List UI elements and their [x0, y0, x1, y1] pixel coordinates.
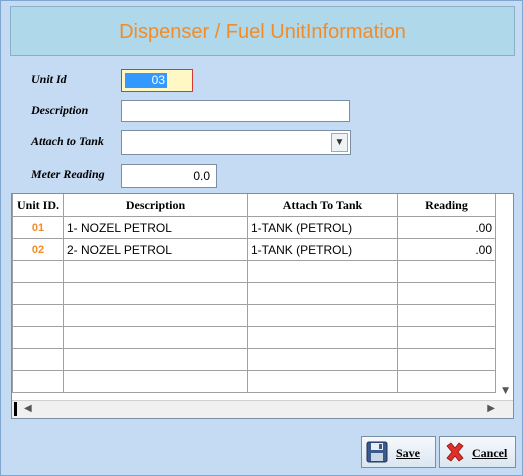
unit-id-label: Unit Id	[31, 72, 67, 86]
table-row[interactable]: 01 1- NOZEL PETROL 1-TANK (PETROL) .00	[12, 216, 496, 239]
cell-reading[interactable]: .00	[397, 238, 496, 261]
cancel-button[interactable]: Cancel	[439, 436, 516, 468]
units-grid[interactable]: Unit ID. Description Attach To Tank Read…	[11, 193, 514, 419]
table-row-empty[interactable]	[12, 282, 496, 305]
meter-reading-label: Meter Reading	[31, 167, 105, 181]
cell-unit-id[interactable]: 01	[12, 216, 64, 239]
tank-label: Attach to Tank	[31, 134, 104, 148]
close-icon	[446, 442, 464, 462]
cell-description[interactable]: 2- NOZEL PETROL	[63, 238, 248, 261]
column-header-description[interactable]: Description	[63, 194, 248, 217]
column-header-reading[interactable]: Reading	[397, 194, 496, 217]
cell-tank[interactable]: 1-TANK (PETROL)	[247, 216, 398, 239]
save-button[interactable]: Save	[361, 436, 436, 468]
scroll-down-icon[interactable]: ▼	[502, 386, 509, 396]
units-table: Unit ID. Description Attach To Tank Read…	[12, 194, 496, 393]
table-row[interactable]: 02 2- NOZEL PETROL 1-TANK (PETROL) .00	[12, 238, 496, 261]
column-header-unit-id[interactable]: Unit ID.	[12, 194, 64, 217]
page-title: Dispenser / Fuel UnitInformation	[119, 21, 406, 43]
scroll-position-marker	[14, 402, 17, 416]
floppy-disk-icon	[366, 441, 388, 463]
table-header-row: Unit ID. Description Attach To Tank Read…	[12, 194, 496, 217]
description-field[interactable]	[121, 100, 350, 122]
table-row-empty[interactable]	[12, 348, 496, 371]
scroll-right-icon[interactable]: ▶	[487, 403, 495, 414]
cell-tank[interactable]: 1-TANK (PETROL)	[247, 238, 398, 261]
table-row-empty[interactable]	[12, 370, 496, 393]
cell-description[interactable]: 1- NOZEL PETROL	[63, 216, 248, 239]
table-row-empty[interactable]	[12, 326, 496, 349]
main-window: Dispenser / Fuel UnitInformation Unit Id…	[0, 0, 523, 476]
cell-reading[interactable]: .00	[397, 216, 496, 239]
table-row-empty[interactable]	[12, 260, 496, 283]
form-header: Dispenser / Fuel UnitInformation	[10, 6, 515, 56]
save-label: Save	[396, 446, 420, 460]
cancel-label: Cancel	[472, 446, 508, 460]
scroll-left-icon[interactable]: ◀	[24, 403, 32, 414]
description-label: Description	[31, 103, 89, 117]
table-row-empty[interactable]	[12, 304, 496, 327]
meter-reading-field[interactable]: 0.0	[121, 164, 217, 188]
column-header-tank[interactable]: Attach To Tank	[247, 194, 398, 217]
horizontal-scrollbar[interactable]: ◀ ▶	[12, 400, 513, 418]
unit-id-field[interactable]: 03	[121, 69, 193, 92]
tank-select[interactable]: ▼	[121, 130, 351, 155]
cell-unit-id[interactable]: 02	[12, 238, 64, 261]
unit-id-value: 03	[125, 73, 167, 88]
chevron-down-icon[interactable]: ▼	[331, 133, 348, 152]
